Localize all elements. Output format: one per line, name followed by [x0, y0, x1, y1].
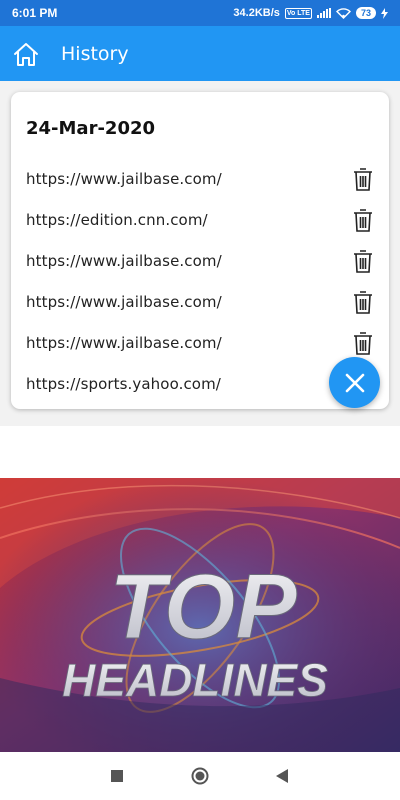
trash-icon [354, 249, 372, 273]
status-bar: 6:01 PM 34.2KB/s Vo LTE 73 [0, 0, 400, 26]
history-card: 24-Mar-2020 https://www.jailbase.com/ ht… [11, 92, 389, 409]
delete-button[interactable] [351, 207, 375, 233]
history-url[interactable]: https://www.jailbase.com/ [26, 293, 222, 311]
recents-square-icon [111, 770, 123, 782]
banner-image: TOP HEADLINES [0, 478, 400, 752]
delete-button[interactable] [351, 330, 375, 356]
network-speed: 34.2KB/s [233, 7, 280, 19]
trash-icon [354, 208, 372, 232]
history-row[interactable]: https://www.jailbase.com/ [11, 281, 389, 322]
history-url[interactable]: https://www.jailbase.com/ [26, 334, 222, 352]
history-date: 24-Mar-2020 [26, 118, 156, 139]
history-row[interactable]: https://www.jailbase.com/ [11, 322, 389, 363]
delete-button[interactable] [351, 166, 375, 192]
status-time: 6:01 PM [12, 6, 58, 20]
trash-icon [354, 331, 372, 355]
recents-button[interactable] [105, 764, 129, 788]
url-list: https://www.jailbase.com/ https://editio… [11, 158, 389, 404]
history-url[interactable]: https://www.jailbase.com/ [26, 170, 222, 188]
home-nav-button[interactable] [188, 764, 212, 788]
history-url[interactable]: https://sports.yahoo.com/ [26, 375, 221, 393]
trash-icon [354, 167, 372, 191]
home-circle-icon [191, 767, 209, 785]
page-title: History [61, 42, 129, 65]
history-url[interactable]: https://www.jailbase.com/ [26, 252, 222, 270]
trash-icon [354, 290, 372, 314]
banner-title-top: TOP [109, 556, 297, 658]
delete-button[interactable] [351, 248, 375, 274]
app-bar: History [0, 26, 400, 81]
home-icon [14, 42, 38, 66]
back-triangle-icon [276, 769, 288, 783]
close-fab-button[interactable] [329, 357, 380, 408]
system-nav-bar [0, 752, 400, 800]
history-row[interactable]: https://www.jailbase.com/ [11, 158, 389, 199]
home-button[interactable] [0, 26, 52, 81]
history-url[interactable]: https://edition.cnn.com/ [26, 211, 208, 229]
delete-button[interactable] [351, 289, 375, 315]
top-headlines-banner[interactable]: TOP HEADLINES [0, 478, 400, 752]
status-icons: 34.2KB/s Vo LTE 73 [233, 7, 388, 19]
charging-icon [381, 7, 388, 19]
back-button[interactable] [270, 764, 294, 788]
history-row[interactable]: https://edition.cnn.com/ [11, 199, 389, 240]
wifi-icon [335, 8, 351, 19]
close-icon [345, 373, 364, 392]
banner-title-bottom: HEADLINES [62, 654, 328, 706]
history-row[interactable]: https://www.jailbase.com/ [11, 240, 389, 281]
battery-icon: 73 [355, 7, 376, 19]
volte-badge: Vo LTE [284, 7, 312, 19]
signal-icon [316, 8, 331, 18]
